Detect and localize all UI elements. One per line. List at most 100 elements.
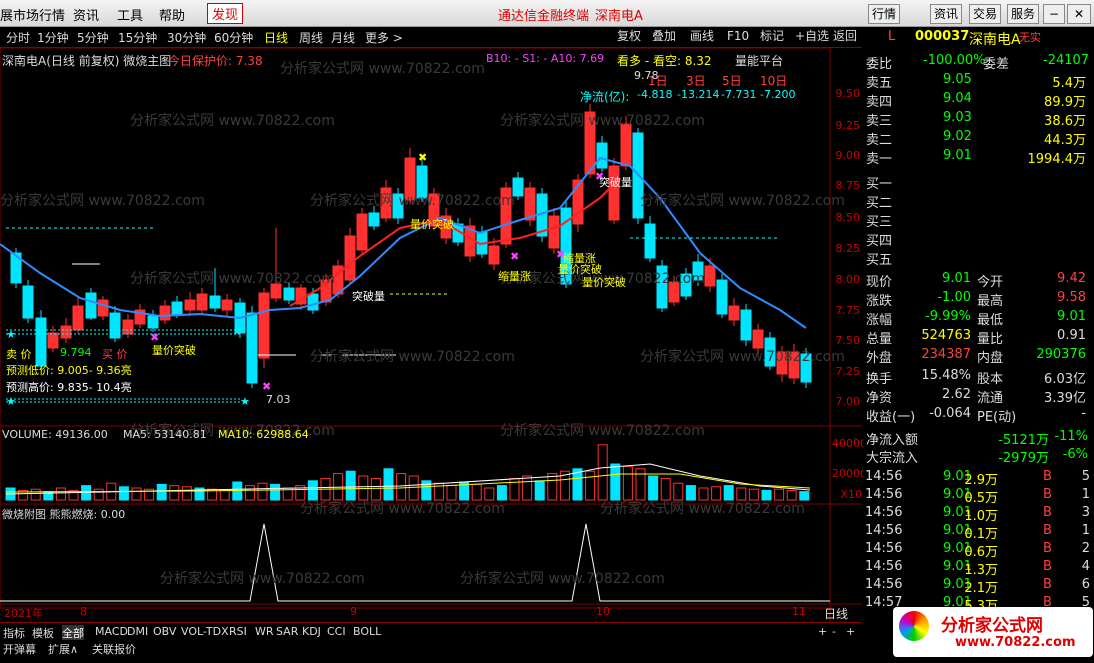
f10-button[interactable]: F10	[727, 28, 749, 44]
stat-value: -	[1081, 406, 1086, 421]
period-5min[interactable]: 5分钟	[77, 29, 109, 46]
overlay-button[interactable]: 叠加	[652, 28, 676, 44]
close-icon[interactable]: ✕	[1067, 4, 1091, 24]
zoom-in-button[interactable]: +	[818, 625, 827, 638]
stat-value: -0.064	[929, 406, 971, 421]
tab-info[interactable]: 资讯	[930, 4, 963, 24]
window-stock-title: 深南电A	[595, 9, 643, 24]
chart-area[interactable]: ✖ ✖ ✖ ✖ ✖ ✖ ★ ★ ★ 分析家公式网 www.70822.com 分析家公式网 ww…	[0, 48, 867, 622]
tab-indicator[interactable]: 指标	[3, 625, 25, 641]
candle-body	[184, 299, 196, 311]
tick-row: 14:56 9.01 1.0万 B 3	[863, 505, 1094, 524]
tab-vol-tdx[interactable]: VOL-TDX	[181, 625, 229, 638]
ma-line	[0, 156, 807, 329]
sell-row: 卖一 9.01 1994.4万	[863, 148, 1094, 167]
tab-cci[interactable]: CCI	[327, 625, 346, 638]
annotation-shrink: 缩量涨	[563, 252, 596, 265]
stat-value: -1.00	[937, 290, 971, 305]
stat-label: 换手	[866, 372, 893, 387]
tab-macd[interactable]: MACD	[95, 625, 128, 638]
tab-all[interactable]: 全部	[62, 625, 84, 641]
candle-body	[47, 332, 59, 349]
tick-side: B	[1043, 487, 1052, 502]
stat-row: 现价 9.01 今开 9.42	[863, 271, 1094, 290]
zoom-out-button[interactable]: -	[832, 625, 836, 638]
annotation-breakthrough: 突破量	[599, 176, 632, 189]
tab-rsi[interactable]: RSI	[229, 625, 247, 638]
tick-side: B	[1043, 505, 1052, 520]
indicator-tab-bar: 指标 模板 全部 MACD DMI OBV VOL-TDX RSI WR SAR…	[0, 622, 862, 641]
signal-marker-icon: ✖	[262, 380, 271, 393]
annotation-shrink: 缩量涨	[498, 270, 531, 283]
wei-cha-label: 委差	[983, 57, 1010, 72]
tab-template[interactable]: 模板	[32, 625, 54, 641]
period-week[interactable]: 周线	[299, 29, 323, 46]
back-button[interactable]: 返回	[833, 28, 857, 44]
stat-value: 0.91	[1057, 328, 1086, 343]
scroll-right-button[interactable]: +	[846, 625, 855, 638]
menu-discover[interactable]: 发现	[207, 3, 244, 24]
sell-price: 9.03	[943, 110, 972, 125]
period-15min[interactable]: 15分钟	[118, 29, 157, 46]
tick-side: B	[1043, 559, 1052, 574]
corner-label: L	[888, 29, 896, 44]
volume-tick: 20000	[832, 467, 867, 480]
candle-body	[620, 123, 632, 167]
sell-price: 9.04	[943, 91, 972, 106]
tab-trade[interactable]: 交易	[969, 4, 1002, 24]
add-watchlist-button[interactable]: +自选	[795, 28, 829, 44]
tab-kdj[interactable]: KDJ	[302, 625, 321, 638]
tab-boll[interactable]: BOLL	[353, 625, 381, 638]
menu-help[interactable]: 帮助	[159, 5, 185, 24]
candle-body	[283, 287, 295, 301]
menu-news[interactable]: 资讯	[73, 5, 99, 24]
period-month[interactable]: 月线	[331, 29, 355, 46]
minimize-icon[interactable]: −	[1043, 4, 1065, 24]
stat-row: 外盘 234387 内盘 290376	[863, 347, 1094, 366]
danmaku-button[interactable]: 开弹幕	[3, 641, 36, 657]
tab-dmi[interactable]: DMI	[127, 625, 148, 638]
annotation-price-vol: 量价突破	[152, 344, 196, 357]
high-price-label: 9.78	[634, 69, 659, 82]
sell-label: 卖 价	[6, 348, 32, 361]
flow-pct: -11%	[1054, 429, 1088, 444]
menu-tools[interactable]: 工具	[117, 5, 143, 24]
restore-right-button[interactable]: 复权	[617, 28, 641, 44]
watermark: 分析家公式网 www.70822.com	[300, 501, 505, 517]
price-tick: 9.25	[835, 119, 861, 132]
kline-svg: ✖✖✖ ✖✖✖★★ ★	[0, 48, 862, 622]
quote-header: L 000037 深南电A 无实	[863, 29, 1094, 49]
period-more[interactable]: 更多 >	[365, 29, 403, 46]
tick-volume: 2.1万	[964, 581, 998, 596]
volume-bar	[408, 475, 419, 501]
period-tick[interactable]: 分时	[6, 29, 30, 46]
sell-volume: 5.4万	[1052, 76, 1086, 91]
buy-row: 买四	[863, 230, 1094, 249]
sub-header: 微烧附图 熊熊燃烧: 0.00	[2, 508, 126, 521]
tab-obv[interactable]: OBV	[153, 625, 176, 638]
stat-value: 9.01	[942, 271, 971, 286]
tab-wr[interactable]: WR	[255, 625, 274, 638]
volume-tick: 40000	[832, 437, 867, 450]
volume-bar	[660, 477, 671, 501]
logo-url: www.70822.com	[955, 635, 1076, 650]
tab-service[interactable]: 服务	[1007, 4, 1040, 24]
period-60min[interactable]: 60分钟	[214, 29, 253, 46]
period-day[interactable]: 日线	[264, 29, 288, 46]
menu-market[interactable]: 展市场行情	[0, 5, 65, 24]
period-1min[interactable]: 1分钟	[37, 29, 69, 46]
tab-sar[interactable]: SAR	[276, 625, 298, 638]
sell-price: 9.01	[943, 148, 972, 163]
period-30min[interactable]: 30分钟	[167, 29, 206, 46]
stat-row: 总量 524763 量比 0.91	[863, 328, 1094, 347]
flow-label: 净流入额	[866, 433, 919, 448]
tick-count: 3	[1081, 505, 1090, 520]
draw-line-button[interactable]: 画线	[690, 28, 714, 44]
stat-label: 量比	[977, 332, 1004, 347]
related-quote-button[interactable]: 关联报价	[92, 641, 136, 657]
mark-button[interactable]: 标记	[760, 28, 784, 44]
expand-button[interactable]: 扩展∧	[48, 641, 78, 657]
watermark: 分析家公式网 www.70822.com	[500, 113, 705, 129]
annotation-price-vol: 量价突破	[410, 218, 454, 231]
tab-quote[interactable]: 行情	[868, 4, 901, 24]
